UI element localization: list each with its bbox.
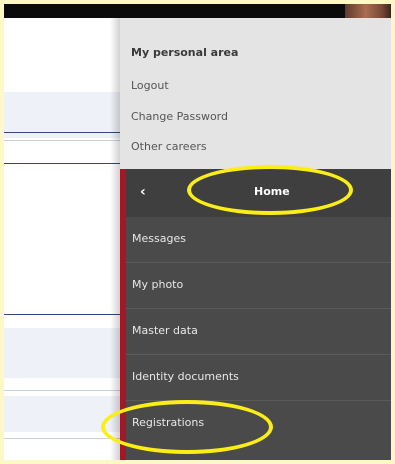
side-menu: My personal area Logout Change Password …	[120, 18, 391, 460]
menu-item-my-photo[interactable]: My photo	[126, 263, 391, 309]
personal-area: My personal area Logout Change Password …	[120, 18, 391, 169]
page-divider	[4, 163, 124, 164]
page-divider	[4, 140, 124, 141]
user-avatar[interactable]	[345, 4, 391, 18]
top-bar	[4, 4, 391, 18]
page-band	[4, 328, 124, 378]
menu-item-label: Identity documents	[132, 370, 239, 383]
menu-item-label: My photo	[132, 278, 184, 291]
menu-item-label: Messages	[132, 232, 186, 245]
personal-area-title: My personal area	[131, 46, 239, 59]
page-divider	[4, 132, 124, 133]
page-divider	[4, 438, 124, 439]
other-careers-link[interactable]: Other careers	[131, 140, 207, 153]
menu-item-master-data[interactable]: Master data	[126, 309, 391, 355]
highlight-ring-registrations	[101, 400, 273, 454]
menu-item-identity-documents[interactable]: Identity documents	[126, 355, 391, 401]
screenshot-frame: My personal area Logout Change Password …	[4, 4, 391, 460]
highlight-ring-home	[187, 165, 353, 215]
page-divider	[4, 314, 124, 315]
background-page	[4, 18, 124, 460]
chevron-left-icon[interactable]: ‹	[140, 183, 156, 201]
change-password-link[interactable]: Change Password	[131, 110, 228, 123]
menu-item-label: Master data	[132, 324, 198, 337]
page-divider	[4, 390, 124, 391]
menu-item-messages[interactable]: Messages	[126, 217, 391, 263]
logout-link[interactable]: Logout	[131, 79, 169, 92]
